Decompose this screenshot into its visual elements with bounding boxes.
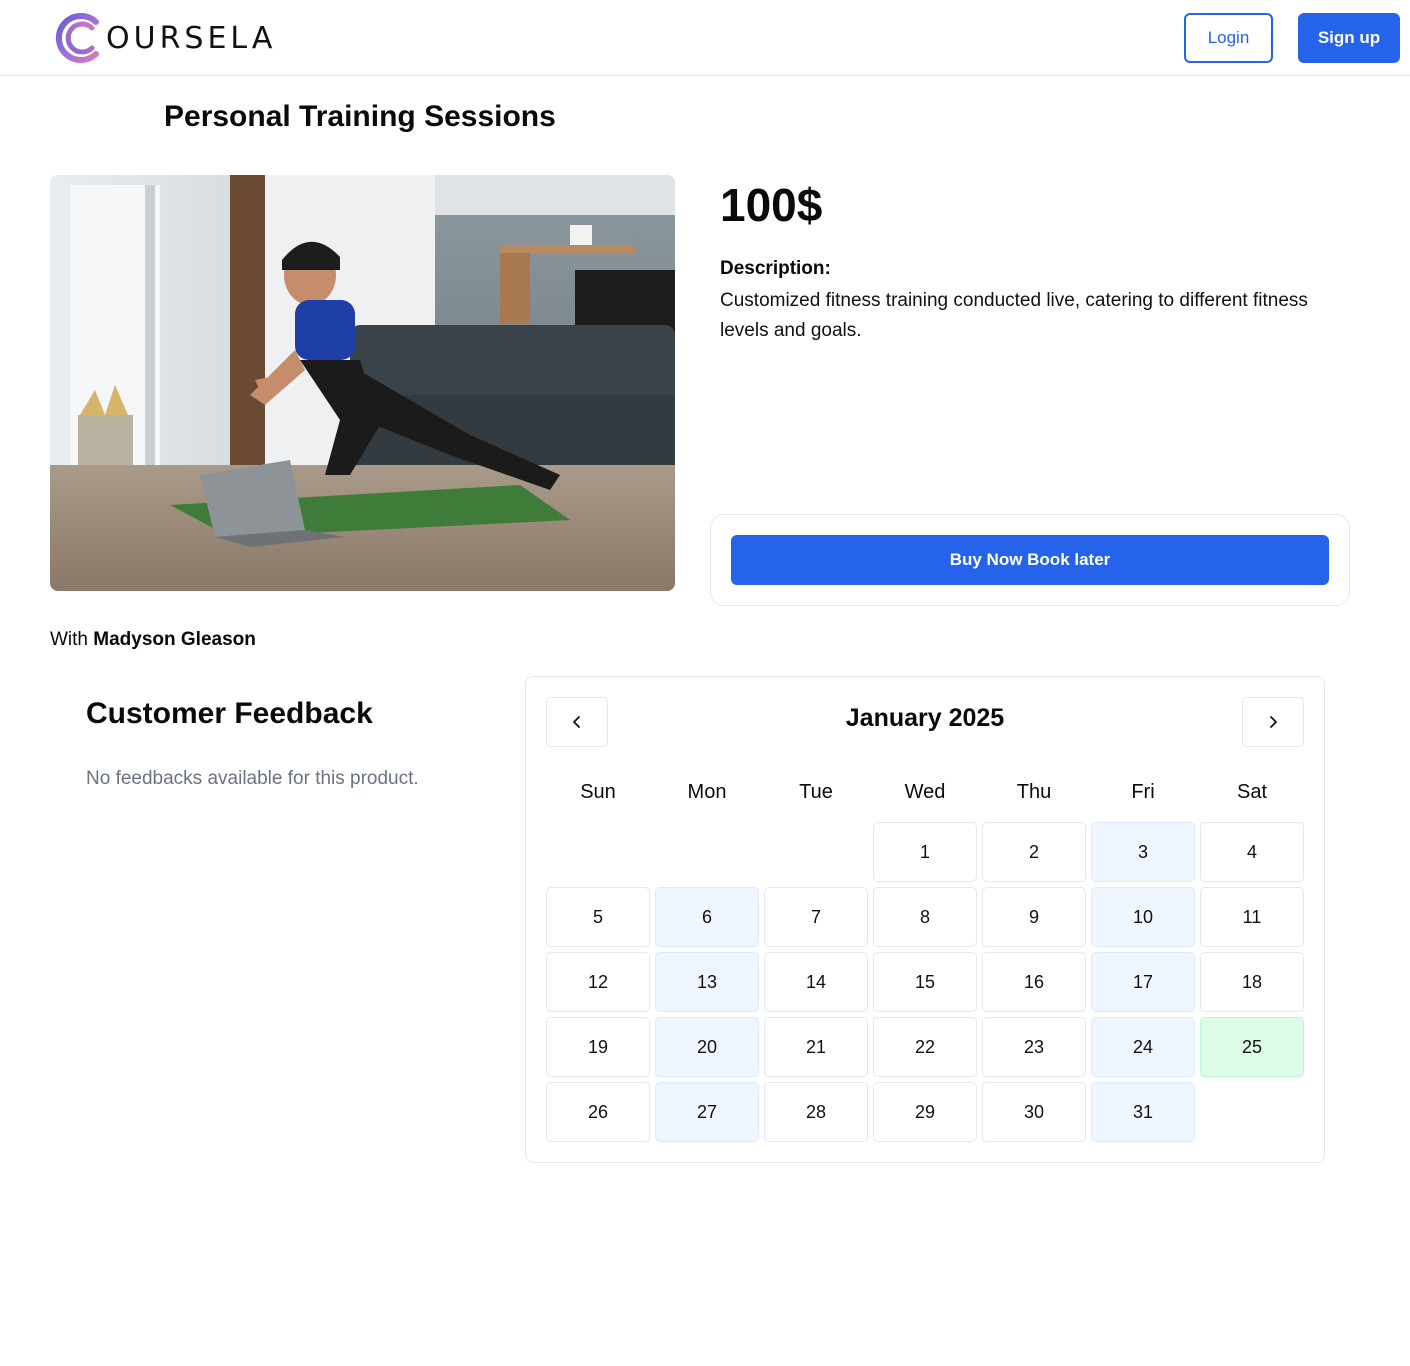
signup-button[interactable]: Sign up bbox=[1298, 13, 1400, 63]
login-button[interactable]: Login bbox=[1184, 13, 1273, 63]
description-text: Customized fitness training conducted li… bbox=[720, 290, 1308, 341]
calendar-day-30[interactable]: 30 bbox=[982, 1082, 1086, 1142]
calendar-day-27[interactable]: 27 bbox=[655, 1082, 759, 1142]
calendar-day-22[interactable]: 22 bbox=[873, 1017, 977, 1077]
calendar-day-29[interactable]: 29 bbox=[873, 1082, 977, 1142]
booking-calendar: January 2025 Sun Mon Tue Wed Thu Fri Sat 1 2 3 4 5 6… bbox=[525, 676, 1325, 1163]
product-image bbox=[50, 175, 675, 591]
calendar-day-4[interactable]: 4 bbox=[1200, 822, 1304, 882]
weekday-header-tue: Tue bbox=[799, 781, 833, 803]
calendar-day-16[interactable]: 16 bbox=[982, 952, 1086, 1012]
calendar-day-5[interactable]: 5 bbox=[546, 887, 650, 947]
coursela-logo[interactable]: OURSELA bbox=[50, 12, 276, 64]
calendar-day-6[interactable]: 6 bbox=[655, 887, 759, 947]
instructor-prefix: With bbox=[50, 629, 94, 650]
calendar-day-26[interactable]: 26 bbox=[546, 1082, 650, 1142]
calendar-day-3[interactable]: 3 bbox=[1091, 822, 1195, 882]
top-navbar: OURSELA Login Sign up bbox=[0, 0, 1410, 76]
weekday-header-sun: Sun bbox=[580, 781, 616, 803]
chevron-right-icon bbox=[1270, 716, 1277, 728]
weekday-header-thu: Thu bbox=[1016, 781, 1052, 803]
calendar-day-14[interactable]: 14 bbox=[764, 952, 868, 1012]
calendar-month-label: January 2025 bbox=[845, 704, 1005, 732]
calendar-day-13[interactable]: 13 bbox=[655, 952, 759, 1012]
instructor-name: Madyson Gleason bbox=[93, 629, 256, 650]
calendar-day-12[interactable]: 12 bbox=[546, 952, 650, 1012]
calendar-day-24[interactable]: 24 bbox=[1091, 1017, 1195, 1077]
instructor-line: With Madyson Gleason bbox=[50, 629, 256, 651]
weekday-header-fri: Fri bbox=[1131, 781, 1155, 803]
weekday-header-wed: Wed bbox=[904, 781, 946, 803]
weekday-header-sat: Sat bbox=[1236, 781, 1268, 803]
calendar-day-17[interactable]: 17 bbox=[1091, 952, 1195, 1012]
calendar-day-28[interactable]: 28 bbox=[764, 1082, 868, 1142]
calendar-day-8[interactable]: 8 bbox=[873, 887, 977, 947]
calendar-day-18[interactable]: 18 bbox=[1200, 952, 1304, 1012]
calendar-day-31[interactable]: 31 bbox=[1091, 1082, 1195, 1142]
calendar-day-1[interactable]: 1 bbox=[873, 822, 977, 882]
calendar-day-20[interactable]: 20 bbox=[655, 1017, 759, 1077]
calendar-day-2[interactable]: 2 bbox=[982, 822, 1086, 882]
feedback-empty-text: No feedbacks available for this product. bbox=[86, 768, 419, 789]
logo-text: OURSELA bbox=[106, 20, 277, 56]
page-title: Personal Training Sessions bbox=[164, 100, 556, 133]
logo-c-icon bbox=[55, 13, 99, 63]
calendar-day-19[interactable]: 19 bbox=[546, 1017, 650, 1077]
calendar-day-25[interactable]: 25 bbox=[1200, 1017, 1304, 1077]
calendar-day-10[interactable]: 10 bbox=[1091, 887, 1195, 947]
next-month-button[interactable] bbox=[1242, 697, 1304, 747]
calendar-day-9[interactable]: 9 bbox=[982, 887, 1086, 947]
calendar-day-7[interactable]: 7 bbox=[764, 887, 868, 947]
buy-now-book-later-button[interactable]: Buy Now Book later bbox=[731, 535, 1329, 585]
weekday-header-mon: Mon bbox=[687, 781, 727, 803]
feedback-title: Customer Feedback bbox=[86, 697, 373, 730]
price: 100$ bbox=[720, 179, 823, 231]
calendar-day-15[interactable]: 15 bbox=[873, 952, 977, 1012]
description-label: Description: bbox=[720, 258, 831, 279]
calendar-day-11[interactable]: 11 bbox=[1200, 887, 1304, 947]
purchase-card: Buy Now Book later bbox=[710, 514, 1350, 606]
calendar-day-21[interactable]: 21 bbox=[764, 1017, 868, 1077]
calendar-day-23[interactable]: 23 bbox=[982, 1017, 1086, 1077]
